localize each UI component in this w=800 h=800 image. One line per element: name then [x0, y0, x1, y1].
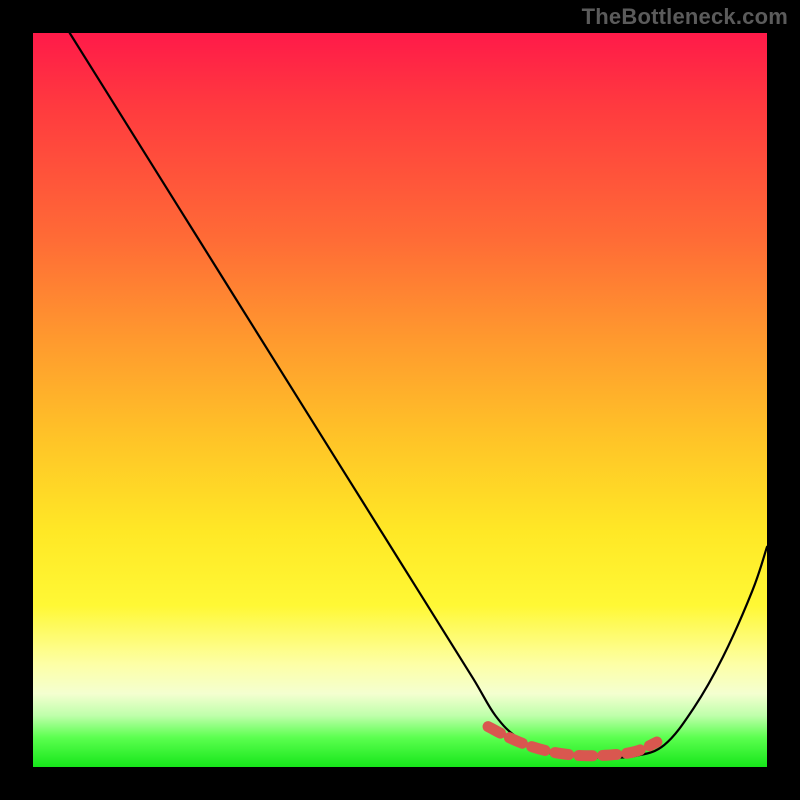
plot-area [33, 33, 767, 767]
bottleneck-curve-path [70, 33, 767, 758]
curve-svg [33, 33, 767, 767]
chart-frame: TheBottleneck.com [0, 0, 800, 800]
emphasis-curve-path [488, 727, 657, 756]
watermark-text: TheBottleneck.com [582, 4, 788, 30]
